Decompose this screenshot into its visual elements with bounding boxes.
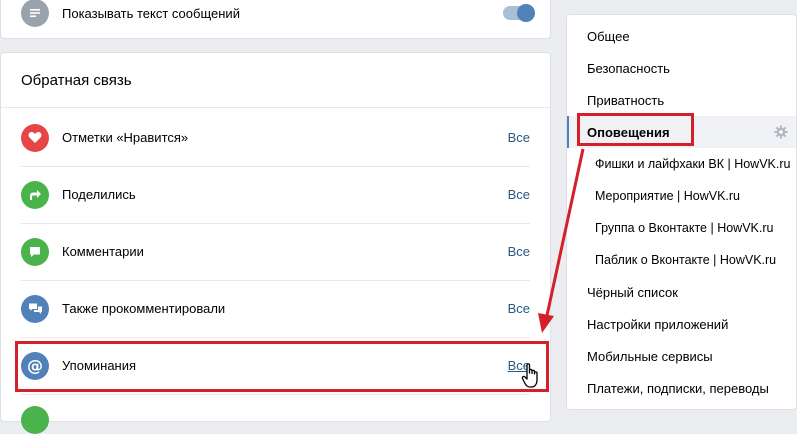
messages-settings-card: Показывать текст сообщений <box>0 0 551 39</box>
sidebar-item-label: Настройки приложений <box>587 316 729 332</box>
comments-all-link[interactable]: Все <box>508 244 530 259</box>
hand-cursor-icon <box>521 363 538 388</box>
also-commented-label: Также прокомментировали <box>62 301 226 316</box>
show-message-text-label: Показывать текст сообщений <box>62 5 240 21</box>
feedback-card: Обратная связь Отметки «Нравится» Все По… <box>0 52 551 434</box>
sidebar-item-payments[interactable]: Платежи, подписки, переводы <box>567 372 796 404</box>
sidebar-item-label: Оповещения <box>587 124 670 140</box>
likes-label: Отметки «Нравится» <box>62 130 189 145</box>
gear-icon[interactable] <box>774 125 788 139</box>
sidebar-item-privacy[interactable]: Приватность <box>567 84 796 116</box>
row-divider <box>21 394 530 395</box>
sidebar-item-label: Общее <box>587 28 630 44</box>
sidebar-item-label: Фишки и лайфхаки ВК | HowVK.ru <box>595 157 791 171</box>
settings-sidebar: Общее Безопасность Приватность Оповещени… <box>566 14 797 410</box>
sidebar-item-mobile-services[interactable]: Мобильные сервисы <box>567 340 796 372</box>
sidebar-subitem-community-2[interactable]: Мероприятие | HowVK.ru <box>567 180 796 212</box>
sidebar-item-general[interactable]: Общее <box>567 20 796 52</box>
shares-all-link[interactable]: Все <box>508 187 530 202</box>
sidebar-item-label: Приватность <box>587 92 665 108</box>
feedback-row-comments: Комментарии Все <box>1 223 550 280</box>
sidebar-item-label: Чёрный список <box>587 284 678 300</box>
sidebar-subitem-community-3[interactable]: Группа о Вконтакте | HowVK.ru <box>567 212 796 244</box>
feedback-header-divider <box>1 107 550 108</box>
heart-icon <box>21 123 49 152</box>
share-icon <box>21 180 49 209</box>
sidebar-item-label: Безопасность <box>587 60 670 76</box>
message-text-icon <box>21 0 49 27</box>
sidebar-item-label: Паблик о Вконтакте | HowVK.ru <box>595 253 777 267</box>
mentions-label: Упоминания <box>62 358 137 373</box>
likes-all-link[interactable]: Все <box>508 130 530 145</box>
sidebar-item-label: Мероприятие | HowVK.ru <box>595 189 741 203</box>
sidebar-subitem-community-1[interactable]: Фишки и лайфхаки ВК | HowVK.ru <box>567 148 796 180</box>
sidebar-item-notifications[interactable]: Оповещения <box>567 116 796 148</box>
sidebar-subitem-community-4[interactable]: Паблик о Вконтакте | HowVK.ru <box>567 244 796 276</box>
feedback-row-also-commented: Также прокомментировали Все <box>1 280 550 337</box>
sidebar-item-label: Группа о Вконтакте | HowVK.ru <box>595 221 774 235</box>
show-message-text-toggle[interactable] <box>503 4 535 22</box>
sidebar-item-label: Платежи, подписки, переводы <box>587 380 769 396</box>
toggle-knob <box>517 4 535 22</box>
feedback-row-mentions: @ Упоминания Все <box>1 337 550 394</box>
comment-icon <box>21 237 49 266</box>
feedback-row-shares: Поделились Все <box>1 166 550 223</box>
also-commented-all-link[interactable]: Все <box>508 301 530 316</box>
feedback-title: Обратная связь <box>21 72 132 89</box>
partial-next-row-icon <box>21 406 49 434</box>
feedback-row-likes: Отметки «Нравится» Все <box>1 109 550 166</box>
sidebar-item-app-settings[interactable]: Настройки приложений <box>567 308 796 340</box>
sidebar-item-label: Мобильные сервисы <box>587 348 713 364</box>
mention-icon: @ <box>21 351 49 380</box>
comments-icon <box>21 294 49 323</box>
comments-label: Комментарии <box>62 244 144 259</box>
show-message-text-row[interactable]: Показывать текст сообщений <box>1 0 550 35</box>
sidebar-item-security[interactable]: Безопасность <box>567 52 796 84</box>
sidebar-item-blacklist[interactable]: Чёрный список <box>567 276 796 308</box>
shares-label: Поделились <box>62 187 136 202</box>
